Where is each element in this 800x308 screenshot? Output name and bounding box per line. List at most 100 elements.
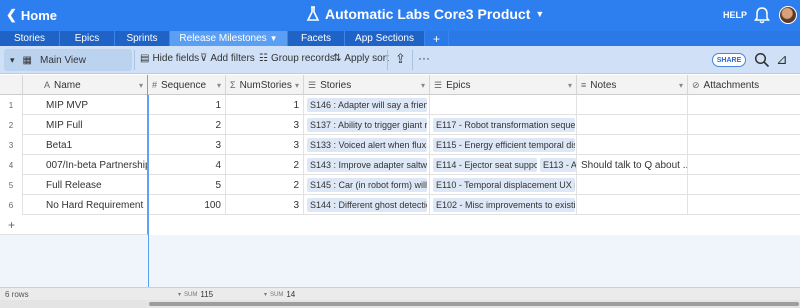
- header-epics[interactable]: ☰ Epics ▾: [430, 75, 577, 95]
- table-row[interactable]: 2 MIP Full 2 3 S137 : Ability to trigger…: [0, 115, 800, 135]
- cell-stories[interactable]: S145 : Car (in robot form) will offe: [304, 175, 430, 195]
- cell-epics[interactable]: E102 - Misc improvements to existing: [430, 195, 577, 215]
- cell-epics[interactable]: E117 - Robot transformation sequenc: [430, 115, 577, 135]
- cell-notes[interactable]: [577, 175, 688, 195]
- sequence-summary[interactable]: ▾ SUM 115: [178, 290, 213, 299]
- tab-app-sections[interactable]: App Sections: [345, 31, 425, 46]
- linked-record-pill[interactable]: S145 : Car (in robot form) will offe: [307, 178, 427, 192]
- tab-epics[interactable]: Epics: [60, 31, 115, 46]
- cell-notes[interactable]: [577, 195, 688, 215]
- share-export-icon[interactable]: ⇪: [395, 51, 406, 67]
- linked-record-pill[interactable]: S144 : Different ghost detection: [307, 198, 427, 212]
- header-notes[interactable]: ≡ Notes ▾: [577, 75, 688, 95]
- cell-epics[interactable]: E110 - Temporal displacement UX refi: [430, 175, 577, 195]
- cell-numstories[interactable]: 3: [226, 135, 304, 155]
- linked-record-pill[interactable]: E102 - Misc improvements to existing: [433, 198, 575, 212]
- cell-name[interactable]: No Hard Requirement: [23, 195, 148, 215]
- cell-notes[interactable]: [577, 135, 688, 155]
- cell-numstories[interactable]: 2: [226, 175, 304, 195]
- table-row[interactable]: 3 Beta1 3 3 S133 : Voiced alert when flu…: [0, 135, 800, 155]
- hide-fields-button[interactable]: ▤ Hide fields: [140, 53, 199, 64]
- cell-attachments[interactable]: [688, 135, 800, 155]
- bell-icon[interactable]: [754, 6, 770, 27]
- cell-name[interactable]: MIP MVP: [23, 95, 148, 115]
- cell-epics[interactable]: E115 - Energy efficient temporal displ: [430, 135, 577, 155]
- linked-record-pill[interactable]: S137 : Ability to trigger giant rob: [307, 118, 427, 132]
- header-attachments[interactable]: ⊘ Attachments: [688, 75, 800, 95]
- linked-record-pill[interactable]: E110 - Temporal displacement UX refi: [433, 178, 575, 192]
- share-button[interactable]: SHARE: [712, 53, 746, 67]
- cell-name[interactable]: MIP Full: [23, 115, 148, 135]
- table-row[interactable]: 6 No Hard Requirement 100 3 S144 : Diffe…: [0, 195, 800, 215]
- cell-sequence[interactable]: 3: [148, 135, 226, 155]
- header-stories[interactable]: ☰ Stories ▾: [304, 75, 430, 95]
- cell-sequence[interactable]: 2: [148, 115, 226, 135]
- cell-epics[interactable]: [430, 95, 577, 115]
- frozen-column-divider[interactable]: [148, 95, 149, 287]
- table-row[interactable]: 5 Full Release 5 2 S145 : Car (in robot …: [0, 175, 800, 195]
- tab-facets[interactable]: Facets: [288, 31, 345, 46]
- cell-numstories[interactable]: 3: [226, 195, 304, 215]
- chevron-down-icon[interactable]: ▾: [421, 81, 425, 90]
- chevron-down-icon[interactable]: ▾: [139, 81, 143, 90]
- cell-attachments[interactable]: [688, 155, 800, 175]
- view-switcher[interactable]: ▾ ▦ Main View: [4, 49, 132, 71]
- more-options-icon[interactable]: ···: [418, 51, 430, 65]
- base-title[interactable]: Automatic Labs Core3 Product ▼: [306, 6, 544, 22]
- cell-name[interactable]: Beta1: [23, 135, 148, 155]
- add-record-button[interactable]: +: [0, 215, 148, 235]
- cell-numstories[interactable]: 1: [226, 95, 304, 115]
- header-name[interactable]: A Name ▾: [23, 75, 148, 95]
- numstories-summary[interactable]: ▾ SUM 14: [264, 290, 295, 299]
- cell-sequence[interactable]: 100: [148, 195, 226, 215]
- cell-attachments[interactable]: [688, 115, 800, 135]
- horizontal-scrollbar[interactable]: [0, 300, 800, 308]
- linked-record-pill[interactable]: E113 - A: [540, 158, 576, 172]
- search-icon[interactable]: [754, 52, 770, 71]
- add-filters-button[interactable]: ⊽ Add filters: [200, 53, 255, 64]
- table-row[interactable]: 1 MIP MVP 1 1 S146 : Adapter will say a …: [0, 95, 800, 115]
- cell-sequence[interactable]: 4: [148, 155, 226, 175]
- linked-record-pill[interactable]: S146 : Adapter will say a friendly: [307, 98, 427, 112]
- cell-stories[interactable]: S146 : Adapter will say a friendly: [304, 95, 430, 115]
- cell-attachments[interactable]: [688, 175, 800, 195]
- scrollbar-thumb[interactable]: [149, 302, 799, 306]
- tab-stories[interactable]: Stories: [0, 31, 60, 46]
- cell-stories[interactable]: S133 : Voiced alert when flux cap: [304, 135, 430, 155]
- linked-record-pill[interactable]: S133 : Voiced alert when flux cap: [307, 138, 427, 152]
- linked-record-pill[interactable]: E117 - Robot transformation sequenc: [433, 118, 575, 132]
- cell-notes[interactable]: [577, 115, 688, 135]
- table-row[interactable]: 4 007/In-beta Partnership 4 2 S143 : Imp…: [0, 155, 800, 175]
- chevron-down-icon[interactable]: ▾: [217, 81, 221, 90]
- cell-stories[interactable]: S143 : Improve adapter saltwate: [304, 155, 430, 175]
- cell-epics[interactable]: E114 - Ejector seat support E113 - A: [430, 155, 577, 175]
- blocks-icon[interactable]: ⊿: [776, 51, 788, 68]
- cell-stories[interactable]: S144 : Different ghost detection: [304, 195, 430, 215]
- chevron-down-icon[interactable]: ▾: [679, 81, 683, 90]
- cell-notes[interactable]: [577, 95, 688, 115]
- linked-record-pill[interactable]: E115 - Energy efficient temporal displ: [433, 138, 575, 152]
- cell-numstories[interactable]: 3: [226, 115, 304, 135]
- group-records-button[interactable]: ☷ Group records: [259, 53, 335, 64]
- add-table-button[interactable]: +: [425, 31, 449, 46]
- cell-name[interactable]: 007/In-beta Partnership: [23, 155, 148, 175]
- cell-name[interactable]: Full Release: [23, 175, 148, 195]
- chevron-down-icon[interactable]: ▾: [295, 81, 299, 90]
- cell-numstories[interactable]: 2: [226, 155, 304, 175]
- user-avatar[interactable]: [779, 6, 797, 24]
- home-link[interactable]: ❮ Home: [6, 7, 57, 23]
- cell-attachments[interactable]: [688, 95, 800, 115]
- apply-sort-button[interactable]: ⇅ Apply sort: [333, 53, 389, 64]
- linked-record-pill[interactable]: S143 : Improve adapter saltwate: [307, 158, 427, 172]
- tab-release-milestones[interactable]: Release Milestones ▼: [170, 31, 288, 46]
- header-sequence[interactable]: # Sequence ▾: [148, 75, 226, 95]
- help-link[interactable]: HELP: [723, 10, 747, 20]
- linked-record-pill[interactable]: E114 - Ejector seat support: [433, 158, 537, 172]
- cell-attachments[interactable]: [688, 195, 800, 215]
- cell-notes[interactable]: Should talk to Q about ...: [577, 155, 688, 175]
- cell-sequence[interactable]: 5: [148, 175, 226, 195]
- chevron-down-icon[interactable]: ▾: [568, 81, 572, 90]
- cell-stories[interactable]: S137 : Ability to trigger giant rob: [304, 115, 430, 135]
- tab-sprints[interactable]: Sprints: [115, 31, 170, 46]
- cell-sequence[interactable]: 1: [148, 95, 226, 115]
